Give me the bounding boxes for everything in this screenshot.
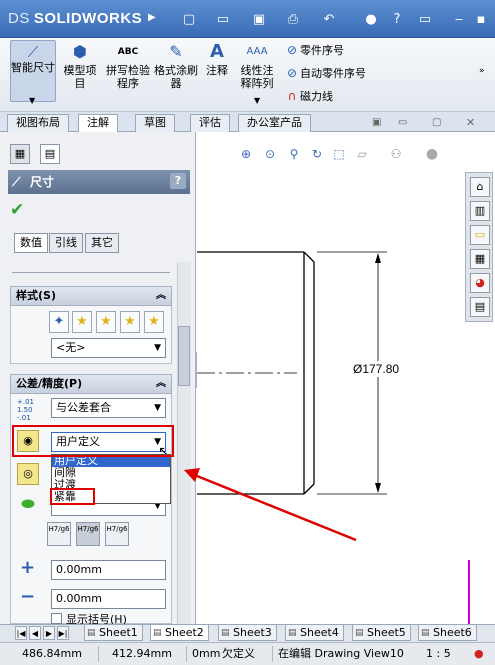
annotation-arrow-line: [191, 472, 357, 542]
annotation-arrow-svg: [184, 468, 357, 542]
